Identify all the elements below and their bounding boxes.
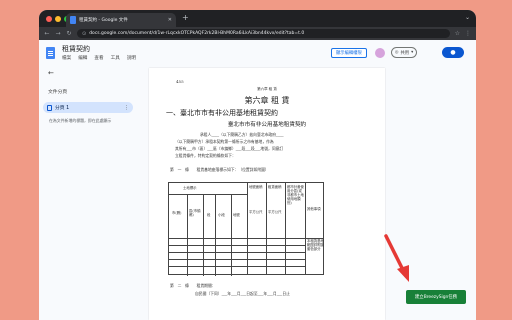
red-arrow-icon bbox=[384, 234, 409, 282]
create-breezysign-task-button[interactable]: 建立BreezySign任務 bbox=[406, 290, 466, 304]
